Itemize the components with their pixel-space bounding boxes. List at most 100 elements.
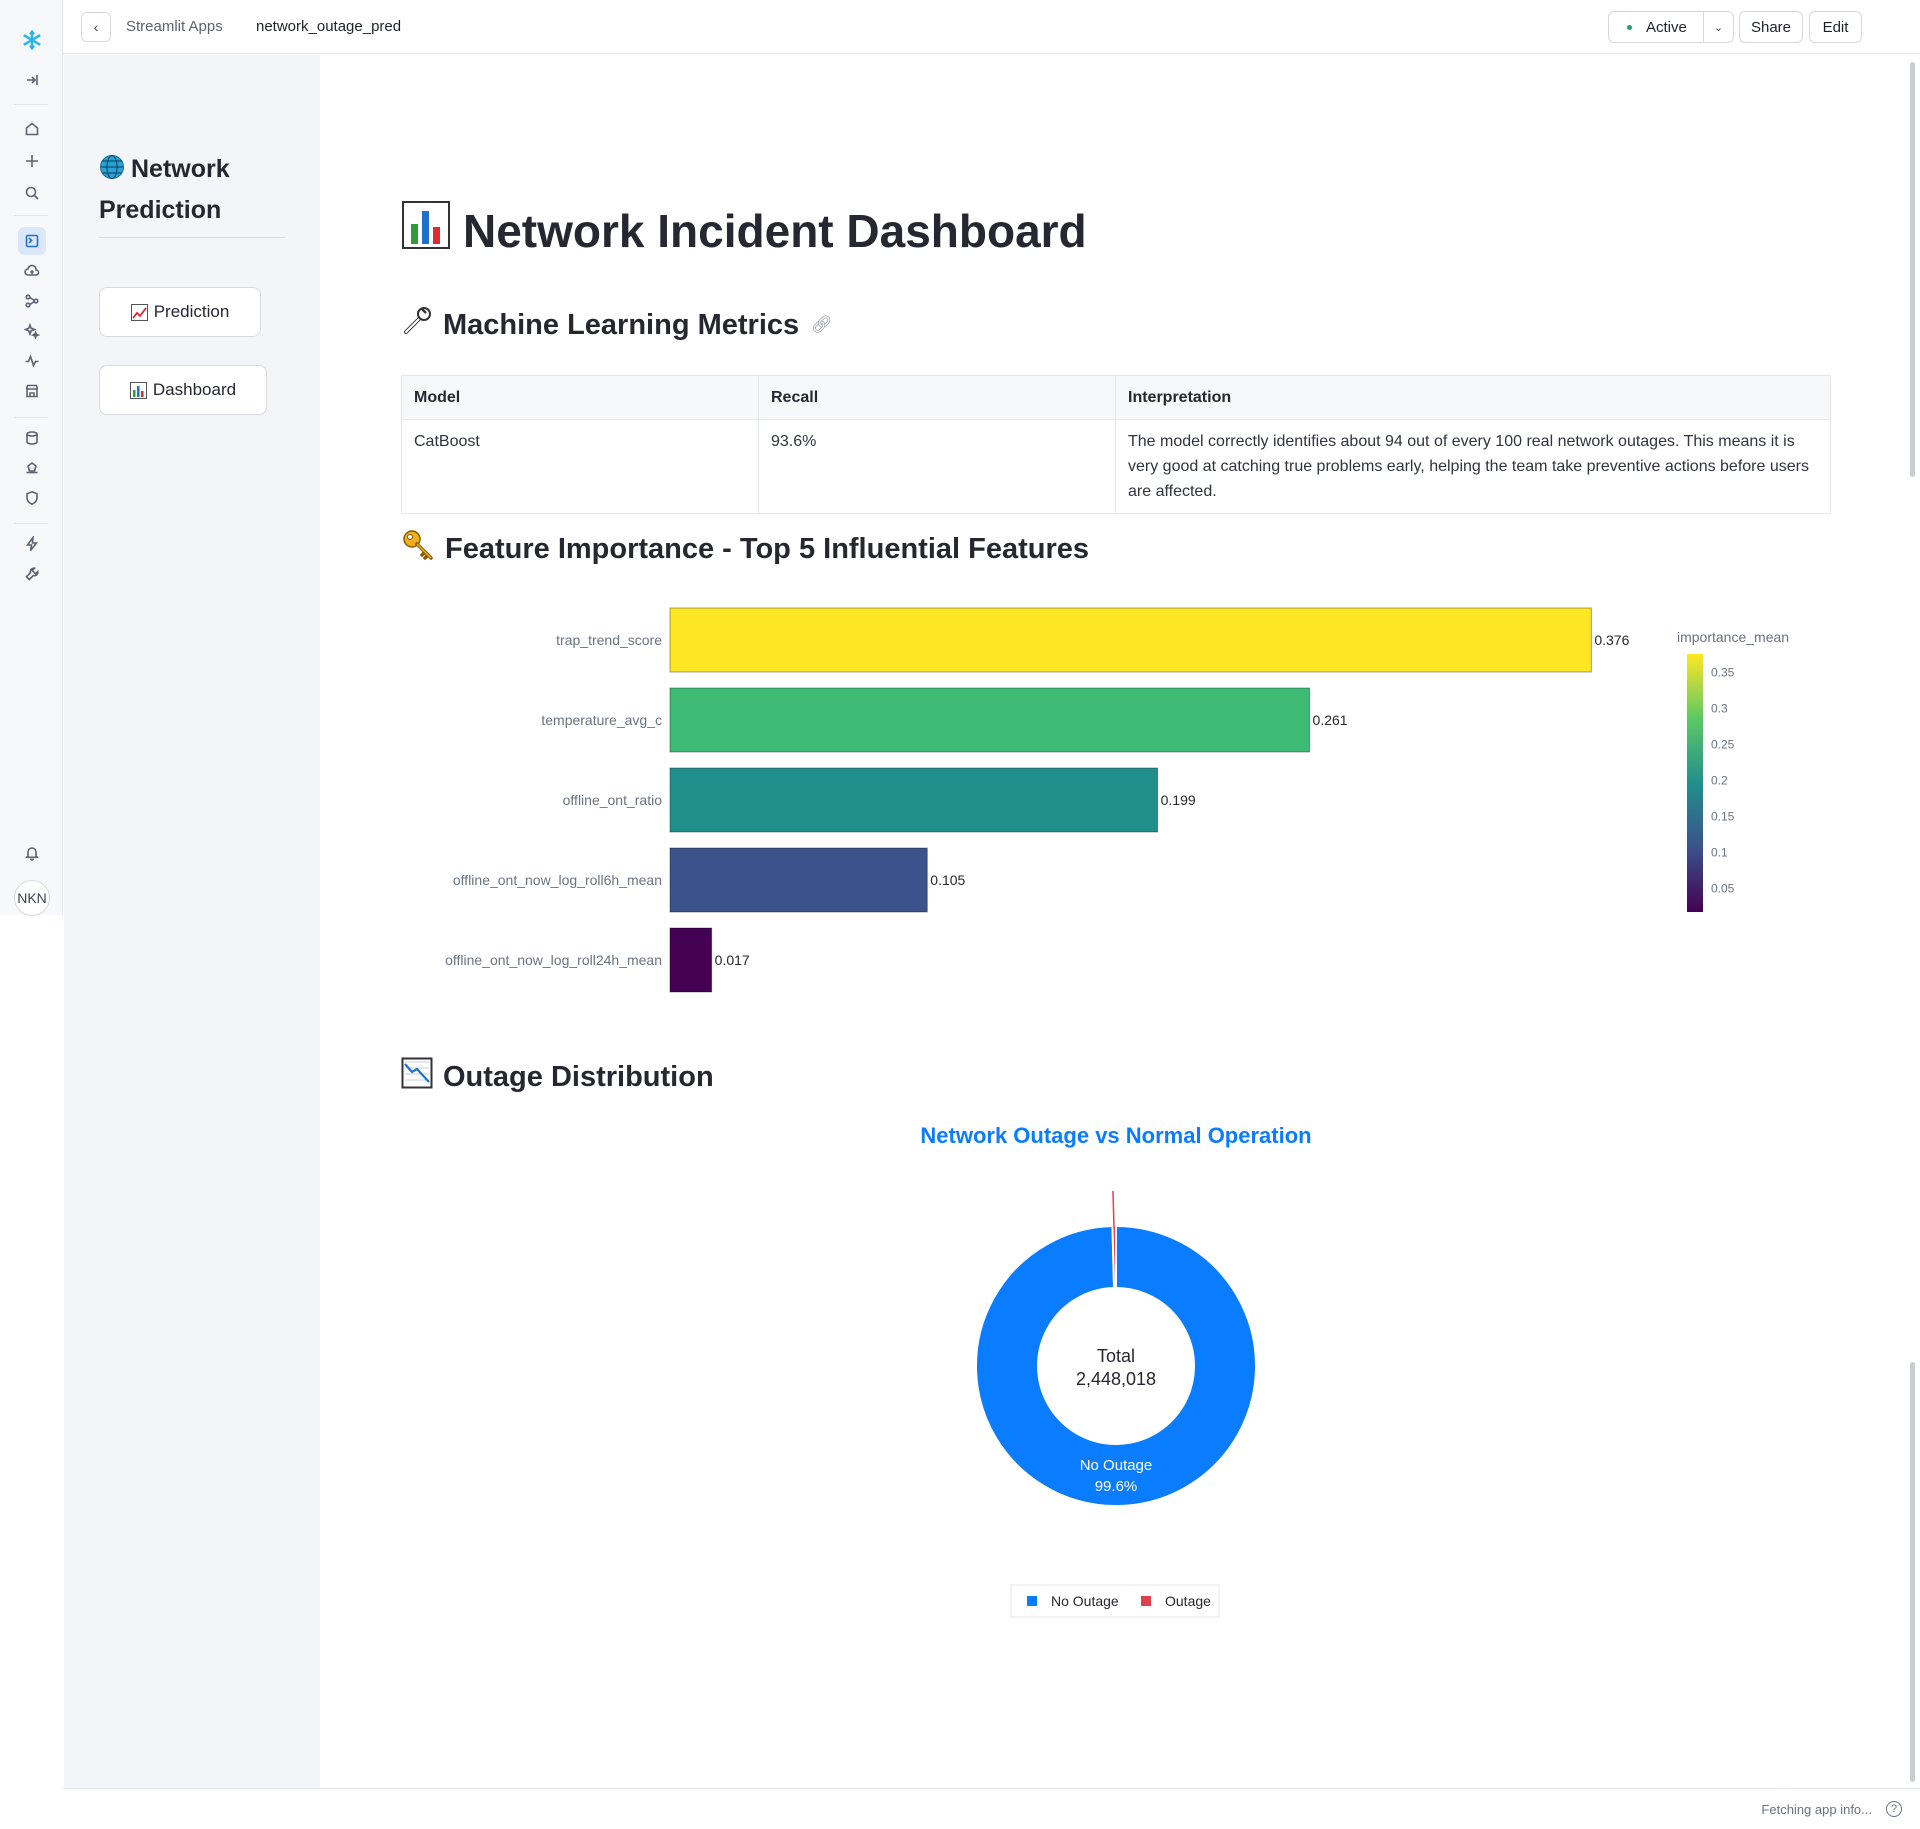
table-cell: The model correctly identifies about 94 … bbox=[1115, 419, 1831, 514]
table-cell: CatBoost bbox=[401, 419, 759, 514]
colorbar-title: importance_mean bbox=[1677, 629, 1789, 645]
top-bar: ‹ Streamlit Apps network_outage_pred Act… bbox=[63, 0, 1920, 54]
chart-title: Network Outage vs Normal Operation bbox=[920, 1123, 1311, 1148]
colorbar-tick-label: 0.2 bbox=[1711, 773, 1728, 787]
colorbar-tick-label: 0.15 bbox=[1711, 809, 1735, 823]
donut-center-label: Total bbox=[1097, 1346, 1135, 1366]
y-tick-label: offline_ont_now_log_roll6h_mean bbox=[453, 872, 662, 888]
page-title-text: Network Incident Dashboard bbox=[463, 204, 1087, 257]
help-icon[interactable]: ? bbox=[1886, 1801, 1902, 1817]
cloud-cluster-icon[interactable] bbox=[18, 454, 46, 482]
bar-chart-icon bbox=[401, 200, 451, 261]
edit-button[interactable]: Edit bbox=[1809, 11, 1862, 43]
footer-status-text: Fetching app info... bbox=[1761, 1802, 1872, 1817]
bar bbox=[669, 607, 1592, 673]
status-dot-icon bbox=[1627, 24, 1632, 30]
feature-heading: Feature Importance - Top 5 Influential F… bbox=[401, 528, 1089, 570]
activity-icon[interactable] bbox=[18, 347, 46, 375]
search-icon[interactable] bbox=[18, 179, 46, 207]
colorbar-tick-label: 0.3 bbox=[1711, 702, 1728, 716]
data-label: 0.017 bbox=[715, 952, 750, 968]
app-rail: NKN bbox=[0, 0, 63, 916]
app-status-button[interactable]: Active ⌄ bbox=[1608, 11, 1734, 43]
ai-sparkle-icon[interactable] bbox=[18, 317, 46, 345]
dashboard-nav-label: Dashboard bbox=[152, 380, 237, 399]
breadcrumb-parent[interactable]: Streamlit Apps bbox=[126, 18, 223, 35]
bar-chart-icon bbox=[129, 381, 147, 399]
chevron-down-icon[interactable]: ⌄ bbox=[1703, 12, 1733, 42]
column-header[interactable]: Model bbox=[401, 375, 759, 420]
table-header-row: Model Recall Interpretation bbox=[401, 375, 1831, 420]
colorbar-tick-label: 0.1 bbox=[1711, 845, 1728, 859]
data-label: 0.199 bbox=[1161, 792, 1196, 808]
donut-center-value: 2,448,018 bbox=[1076, 1369, 1156, 1389]
chart-increasing-icon bbox=[130, 303, 148, 321]
wrench-icon[interactable] bbox=[18, 560, 46, 588]
dashboard-nav-button[interactable]: Dashboard bbox=[99, 365, 267, 415]
scrollbar-thumb-lower[interactable] bbox=[1910, 1362, 1915, 1782]
page-title: Network Incident Dashboard bbox=[401, 200, 1087, 261]
marketplace-icon[interactable] bbox=[18, 377, 46, 405]
feature-heading-text: Feature Importance - Top 5 Influential F… bbox=[445, 532, 1090, 565]
expand-sidebar-icon[interactable] bbox=[18, 66, 46, 94]
y-tick-label: offline_ont_now_log_roll24h_mean bbox=[445, 952, 662, 968]
plus-icon[interactable] bbox=[18, 147, 46, 175]
key-icon bbox=[401, 528, 435, 570]
table-row: CatBoost 93.6% The model correctly ident… bbox=[401, 419, 1831, 514]
breadcrumb-current: network_outage_pred bbox=[256, 18, 402, 35]
projects-icon[interactable] bbox=[18, 227, 46, 255]
app-sidebar: Network Prediction Prediction Dashboard bbox=[64, 55, 320, 1788]
column-header[interactable]: Recall bbox=[758, 375, 1116, 420]
data-label: 0.376 bbox=[1594, 632, 1629, 648]
feature-importance-chart: trap_trend_score 0.376 temperature_avg_c 0.… bbox=[445, 607, 1789, 993]
colorbar-tick-label: 0.35 bbox=[1711, 666, 1735, 680]
user-avatar[interactable]: NKN bbox=[14, 880, 50, 916]
wrench-icon bbox=[401, 305, 433, 345]
status-label: Active bbox=[1646, 18, 1687, 36]
bell-icon[interactable] bbox=[18, 839, 46, 867]
y-tick-label: temperature_avg_c bbox=[541, 712, 662, 728]
data-label: 0.105 bbox=[930, 872, 965, 888]
snowflake-logo-icon[interactable] bbox=[18, 26, 46, 54]
table-cell: 93.6% bbox=[758, 419, 1116, 514]
legend-swatch bbox=[1141, 1596, 1151, 1606]
metrics-table: Model Recall Interpretation CatBoost 93.… bbox=[401, 375, 1831, 514]
lightning-icon[interactable] bbox=[18, 530, 46, 558]
data-cloud-icon[interactable] bbox=[18, 257, 46, 285]
outage-slice-pull bbox=[1112, 1190, 1115, 1229]
back-button[interactable]: ‹ bbox=[81, 12, 111, 42]
globe-icon bbox=[99, 153, 125, 191]
shield-icon[interactable] bbox=[18, 484, 46, 512]
prediction-nav-label: Prediction bbox=[153, 302, 230, 321]
metrics-heading-text: Machine Learning Metrics bbox=[443, 308, 800, 341]
slice-value-label: 99.6% bbox=[1095, 1478, 1138, 1495]
outage-donut-chart: Network Outage vs Normal Operation Total 2… bbox=[920, 1123, 1312, 1618]
data-flow-icon[interactable] bbox=[18, 287, 46, 315]
y-tick-label: offline_ont_ratio bbox=[563, 792, 663, 808]
outage-heading-text: Outage Distribution bbox=[443, 1060, 714, 1093]
anchor-link-icon[interactable]: 🔗︎ bbox=[811, 315, 833, 335]
bar bbox=[669, 847, 928, 913]
home-icon[interactable] bbox=[18, 115, 46, 143]
bar bbox=[669, 767, 1159, 833]
share-button[interactable]: Share bbox=[1739, 11, 1803, 43]
scrollbar-thumb[interactable] bbox=[1910, 62, 1915, 477]
y-tick-label: trap_trend_score bbox=[556, 632, 662, 648]
metrics-heading: Machine Learning Metrics 🔗︎ bbox=[401, 305, 833, 345]
prediction-nav-button[interactable]: Prediction bbox=[99, 287, 261, 337]
legend-label: Outage bbox=[1165, 1593, 1211, 1609]
pie-slice bbox=[1111, 1224, 1117, 1290]
sidebar-divider bbox=[99, 237, 285, 238]
sidebar-title: Network Prediction bbox=[99, 150, 289, 229]
chart-decreasing-icon bbox=[401, 1057, 433, 1097]
legend-label: No Outage bbox=[1051, 1593, 1119, 1609]
footer-bar: Fetching app info... ? bbox=[63, 1788, 1920, 1829]
colorbar-tick-label: 0.05 bbox=[1711, 881, 1735, 895]
column-header[interactable]: Interpretation bbox=[1115, 375, 1831, 420]
colorbar bbox=[1687, 654, 1703, 912]
data-label: 0.261 bbox=[1313, 712, 1348, 728]
slice-label: No Outage bbox=[1080, 1457, 1153, 1474]
database-icon[interactable] bbox=[18, 424, 46, 452]
bar bbox=[669, 687, 1311, 753]
legend-swatch bbox=[1027, 1596, 1037, 1606]
